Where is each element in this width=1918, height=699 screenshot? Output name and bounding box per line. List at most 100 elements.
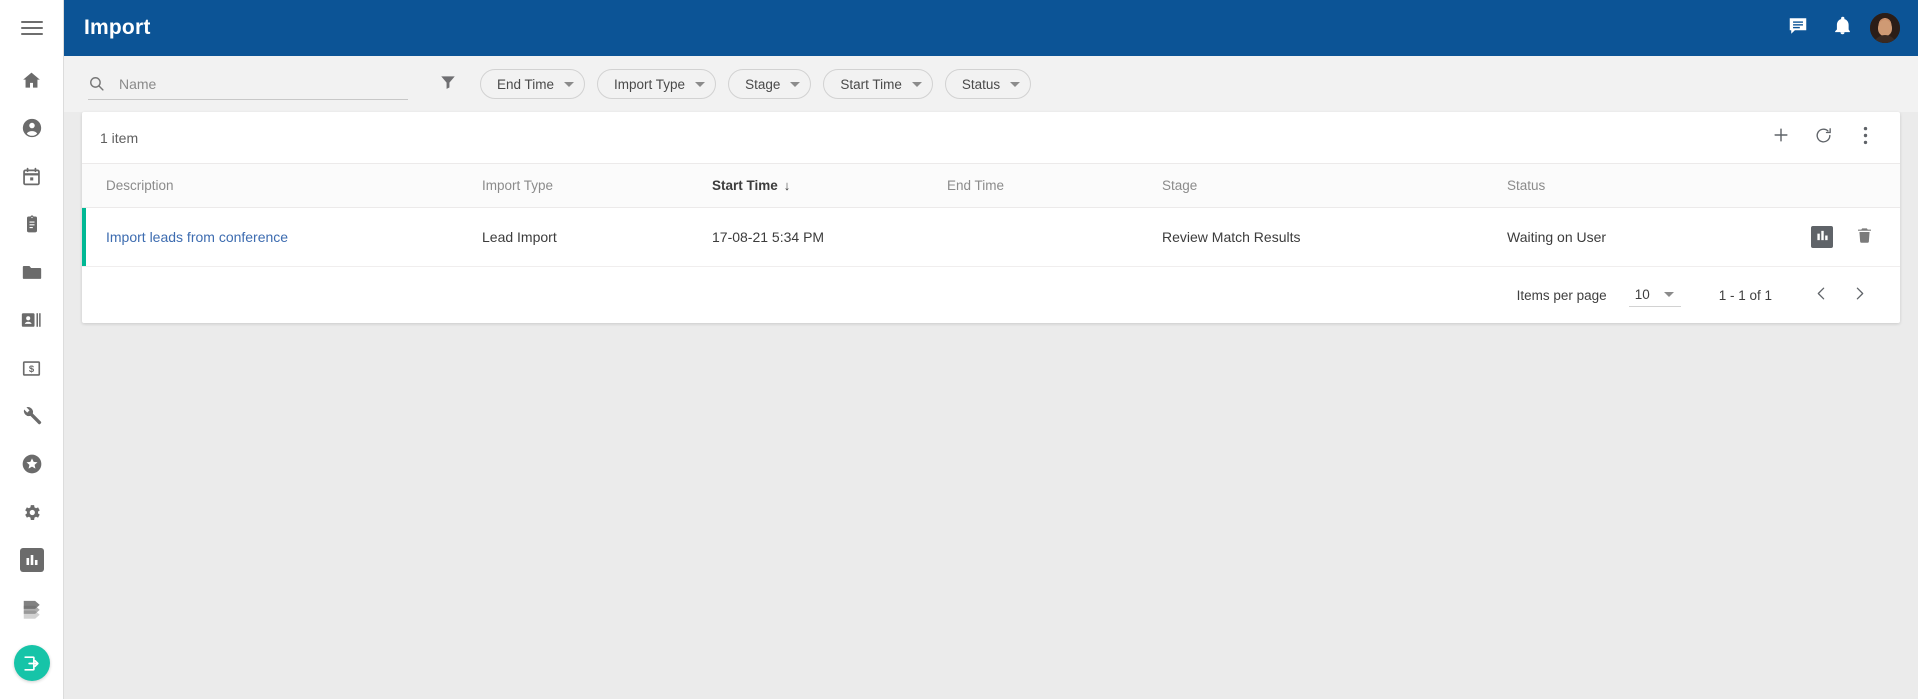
sidebar-item-contacts[interactable] — [0, 296, 64, 344]
item-count-label: 1 item — [100, 130, 138, 146]
add-button[interactable] — [1760, 117, 1802, 159]
column-label: Status — [1507, 178, 1545, 193]
content-area: 1 item — [64, 112, 1918, 699]
import-name-link[interactable]: Import leads from conference — [106, 229, 288, 245]
chevron-down-icon — [912, 82, 922, 87]
column-header-actions — [1787, 164, 1900, 208]
sidebar-item-billing[interactable]: $ — [0, 344, 64, 392]
filter-chip-status[interactable]: Status — [945, 69, 1031, 99]
sidebar-item-settings[interactable] — [0, 488, 64, 536]
sidebar-item-home[interactable] — [0, 56, 64, 104]
filter-chip-start-time[interactable]: Start Time — [823, 69, 933, 99]
search-icon — [88, 75, 105, 92]
svg-text:$: $ — [29, 364, 35, 375]
card-toolbar: 1 item — [82, 112, 1900, 164]
chevron-left-icon — [1813, 285, 1830, 305]
items-per-page-value: 10 — [1635, 287, 1650, 302]
more-button[interactable] — [1844, 117, 1886, 159]
chat-icon — [1787, 15, 1809, 42]
column-label: Start Time — [712, 178, 778, 193]
filter-chip-import-type[interactable]: Import Type — [597, 69, 716, 99]
filter-chip-label: Start Time — [840, 77, 902, 92]
cell-actions — [1787, 208, 1900, 267]
chevron-right-icon — [1851, 285, 1868, 305]
import-arrow-icon — [14, 645, 50, 681]
column-header-end-time[interactable]: End Time — [947, 164, 1162, 208]
page-header: Import — [64, 0, 1918, 56]
sidebar-item-favorites[interactable] — [0, 440, 64, 488]
filter-toggle-button[interactable] — [430, 66, 466, 102]
import-list-card: 1 item — [82, 112, 1900, 323]
table-body: Import leads from conference Lead Import… — [82, 208, 1900, 267]
import-table: Description Import Type Start Time ↓ End … — [82, 164, 1900, 267]
row-actions — [1787, 226, 1900, 248]
chevron-down-icon — [1664, 292, 1674, 297]
chevron-down-icon — [790, 82, 800, 87]
cell-start-time: 17-08-21 5:34 PM — [712, 208, 947, 267]
filter-bar: End Time Import Type Stage Start Time St… — [64, 56, 1918, 112]
refresh-icon — [1814, 126, 1833, 150]
page-title: Import — [84, 16, 151, 40]
money-icon: $ — [21, 359, 42, 378]
pagination-bar: Items per page 10 1 - 1 of 1 — [82, 267, 1900, 323]
sidebar-item-tasks[interactable] — [0, 200, 64, 248]
column-label: Description — [106, 178, 174, 193]
sidebar-item-library[interactable] — [0, 584, 64, 632]
layers-icon — [20, 597, 44, 619]
refresh-button[interactable] — [1802, 117, 1844, 159]
items-per-page-select[interactable]: 10 — [1629, 284, 1681, 307]
sidebar-nav: $ — [0, 56, 64, 694]
menu-toggle-button[interactable] — [0, 0, 64, 56]
sidebar-item-tools[interactable] — [0, 392, 64, 440]
star-circle-icon — [21, 453, 43, 475]
sidebar-item-calendar[interactable] — [0, 152, 64, 200]
next-page-button[interactable] — [1840, 276, 1878, 314]
sort-descending-icon: ↓ — [784, 178, 791, 193]
column-label: Stage — [1162, 178, 1197, 193]
chevron-down-icon — [564, 82, 574, 87]
search-input[interactable] — [117, 75, 408, 93]
search-field[interactable] — [88, 68, 408, 100]
column-header-status[interactable]: Status — [1507, 164, 1787, 208]
row-status-marker — [82, 208, 86, 266]
cell-description: Import leads from conference — [82, 208, 482, 267]
menu-icon — [21, 17, 43, 39]
table-row[interactable]: Import leads from conference Lead Import… — [82, 208, 1900, 267]
chevron-down-icon — [1010, 82, 1020, 87]
column-header-description[interactable]: Description — [82, 164, 482, 208]
previous-page-button[interactable] — [1802, 276, 1840, 314]
user-avatar[interactable] — [1870, 13, 1900, 43]
filter-chip-label: Status — [962, 77, 1000, 92]
column-header-start-time[interactable]: Start Time ↓ — [712, 164, 947, 208]
gear-icon — [21, 502, 42, 523]
chat-button[interactable] — [1776, 6, 1820, 50]
cell-end-time — [947, 208, 1162, 267]
column-label: End Time — [947, 178, 1004, 193]
sidebar-item-account[interactable] — [0, 104, 64, 152]
filter-chip-label: Import Type — [614, 77, 685, 92]
cell-stage: Review Match Results — [1162, 208, 1507, 267]
filter-funnel-icon — [439, 73, 457, 96]
account-circle-icon — [21, 117, 43, 139]
sidebar-item-files[interactable] — [0, 248, 64, 296]
main-area: Import — [64, 0, 1918, 699]
cell-import-type: Lead Import — [482, 208, 712, 267]
table-header-row: Description Import Type Start Time ↓ End … — [82, 164, 1900, 208]
filter-chips: End Time Import Type Stage Start Time St… — [480, 69, 1031, 99]
column-header-stage[interactable]: Stage — [1162, 164, 1507, 208]
column-header-import-type[interactable]: Import Type — [482, 164, 712, 208]
plus-icon — [1771, 125, 1791, 150]
filter-chip-label: End Time — [497, 77, 554, 92]
notifications-button[interactable] — [1820, 6, 1864, 50]
view-results-button[interactable] — [1811, 226, 1833, 248]
delete-button[interactable] — [1855, 226, 1874, 248]
filter-chip-end-time[interactable]: End Time — [480, 69, 585, 99]
filter-chip-stage[interactable]: Stage — [728, 69, 811, 99]
sidebar-fab-import[interactable] — [0, 632, 64, 694]
calendar-icon — [21, 166, 42, 187]
app-root: $ — [0, 0, 1918, 699]
column-label: Import Type — [482, 178, 553, 193]
trash-icon — [1855, 226, 1874, 248]
left-sidebar: $ — [0, 0, 64, 699]
sidebar-item-reports[interactable] — [0, 536, 64, 584]
